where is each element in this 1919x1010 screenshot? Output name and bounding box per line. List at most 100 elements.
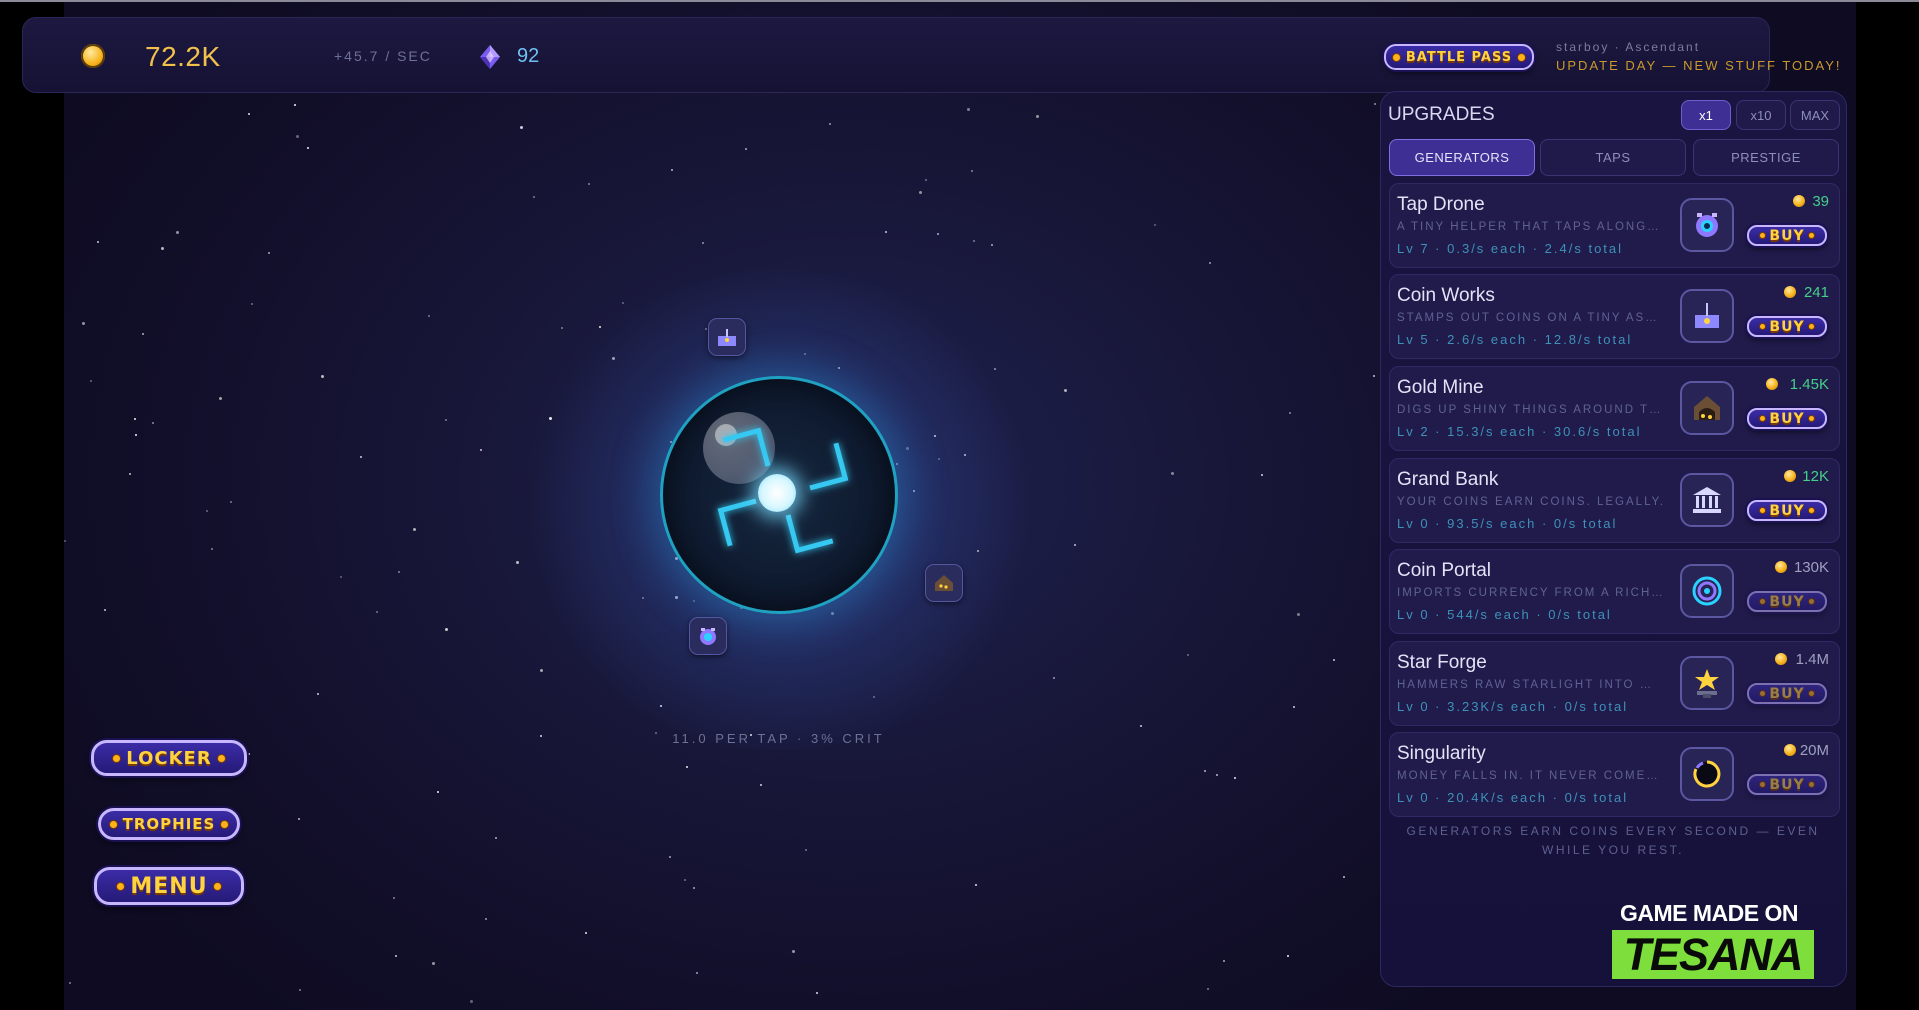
upgrade-cost: 20M <box>1799 742 1829 759</box>
upgrade-icon-frame <box>1680 289 1734 343</box>
coin-icon <box>1766 378 1778 390</box>
star <box>251 303 253 305</box>
portal-icon <box>1692 576 1722 606</box>
star <box>745 148 747 150</box>
upgrade-card-gold-mine[interactable]: Gold Mine DIGS UP SHINY THINGS AROUND T… L… <box>1389 366 1840 451</box>
upgrade-cost: 130K <box>1793 559 1829 576</box>
star <box>176 231 179 234</box>
tab-taps[interactable]: TAPS <box>1540 139 1686 176</box>
star <box>97 241 99 243</box>
buy-label: BUY <box>1769 318 1805 335</box>
star <box>437 791 439 793</box>
news-banner[interactable]: UPDATE DAY — NEW STUFF TODAY! <box>1556 58 1842 73</box>
ornament-icon <box>217 754 225 762</box>
star <box>129 473 131 475</box>
star <box>588 183 590 185</box>
star <box>702 242 704 244</box>
trophies-button[interactable]: TROPHIES <box>98 808 240 840</box>
star <box>1297 613 1300 616</box>
star <box>82 322 85 325</box>
star <box>248 113 250 115</box>
trophies-label: TROPHIES <box>122 815 216 833</box>
upgrade-icon-frame <box>1680 564 1734 618</box>
star <box>684 879 686 881</box>
star <box>69 982 71 984</box>
star <box>317 693 319 695</box>
buy-label: BUY <box>1769 685 1805 702</box>
buy-button[interactable]: BUY <box>1747 683 1827 704</box>
factory-icon <box>1695 303 1719 328</box>
buy-button[interactable]: BUY <box>1747 408 1827 429</box>
upgrade-card-singularity[interactable]: Singularity MONEY FALLS IN. IT NEVER COME… <box>1389 732 1840 817</box>
star <box>428 315 430 317</box>
tab-prestige[interactable]: PRESTIGE <box>1693 139 1839 176</box>
locker-button[interactable]: LOCKER <box>91 740 247 776</box>
star <box>296 135 299 138</box>
buy-label: BUY <box>1769 227 1805 244</box>
menu-button[interactable]: MENU <box>94 867 244 905</box>
upgrade-cost: 1.45K <box>1789 376 1829 393</box>
ornament-icon <box>1760 691 1766 696</box>
buy-button[interactable]: BUY <box>1747 500 1827 521</box>
coin-icon <box>1793 195 1805 207</box>
star <box>485 918 487 920</box>
star <box>495 837 497 839</box>
buy-button[interactable]: BUY <box>1747 316 1827 337</box>
star <box>1374 103 1376 105</box>
tab-generators[interactable]: GENERATORS <box>1389 139 1535 176</box>
star <box>1074 544 1076 546</box>
star <box>971 170 973 172</box>
ornament-icon <box>117 882 125 890</box>
upgrade-icon-frame <box>1680 198 1734 252</box>
star <box>445 419 447 421</box>
upgrade-name: Tap Drone <box>1397 194 1485 215</box>
star <box>360 456 362 458</box>
upgrade-icon-frame <box>1680 747 1734 801</box>
buy-button[interactable]: BUY <box>1747 774 1827 795</box>
star <box>152 422 154 424</box>
ornament-icon <box>109 820 117 828</box>
upgrade-card-grand-bank[interactable]: Grand Bank YOUR COINS EARN COINS. LEGALLY… <box>1389 458 1840 543</box>
upgrade-stats: Lv 7 · 0.3/s each · 2.4/s total <box>1397 241 1624 256</box>
buy-button[interactable]: BUY <box>1747 225 1827 246</box>
drone-icon <box>700 628 716 645</box>
star <box>1171 472 1174 475</box>
multiplier-x10[interactable]: x10 <box>1736 100 1786 130</box>
upgrade-description: DIGS UP SHINY THINGS AROUND T… <box>1397 404 1663 416</box>
coin-icon <box>81 44 105 68</box>
star <box>975 884 977 886</box>
star <box>64 540 66 542</box>
upgrade-card-coin-works[interactable]: Coin Works STAMPS OUT COINS ON A TINY AS…… <box>1389 274 1840 359</box>
tesana-badge[interactable]: GAME MADE ON TESANA <box>1610 900 1816 980</box>
star <box>90 380 92 382</box>
star <box>991 244 993 246</box>
upgrade-cost: 241 <box>1803 284 1829 301</box>
star <box>1209 262 1211 264</box>
star <box>937 233 939 235</box>
star <box>1036 115 1039 118</box>
buy-button[interactable]: BUY <box>1747 591 1827 612</box>
star <box>686 766 688 768</box>
multiplier-x1[interactable]: x1 <box>1681 100 1731 130</box>
star <box>1187 654 1189 656</box>
upgrade-card-star-forge[interactable]: Star Forge HAMMERS RAW STARLIGHT INTO … Lv… <box>1389 641 1840 726</box>
battle-pass-button[interactable]: BATTLE PASS <box>1384 44 1534 70</box>
upgrade-card-coin-portal[interactable]: Coin Portal IMPORTS CURRENCY FROM A RICH…… <box>1389 549 1840 634</box>
star <box>671 169 673 171</box>
multiplier-max[interactable]: MAX <box>1790 100 1840 130</box>
ornament-icon <box>1760 416 1766 421</box>
upgrade-name: Star Forge <box>1397 652 1487 673</box>
star <box>1154 224 1156 226</box>
star <box>540 669 543 672</box>
star <box>1223 960 1225 962</box>
star <box>445 628 448 631</box>
upgrade-name: Singularity <box>1397 743 1486 764</box>
gem-icon <box>480 45 500 69</box>
upgrade-description: YOUR COINS EARN COINS. LEGALLY. <box>1397 496 1665 508</box>
star <box>393 897 395 899</box>
ornament-icon <box>221 820 229 828</box>
upgrade-card-tap-drone[interactable]: Tap Drone A TINY HELPER THAT TAPS ALONG… L… <box>1389 183 1840 268</box>
star <box>1289 412 1291 414</box>
star <box>398 571 400 573</box>
star <box>561 327 563 329</box>
